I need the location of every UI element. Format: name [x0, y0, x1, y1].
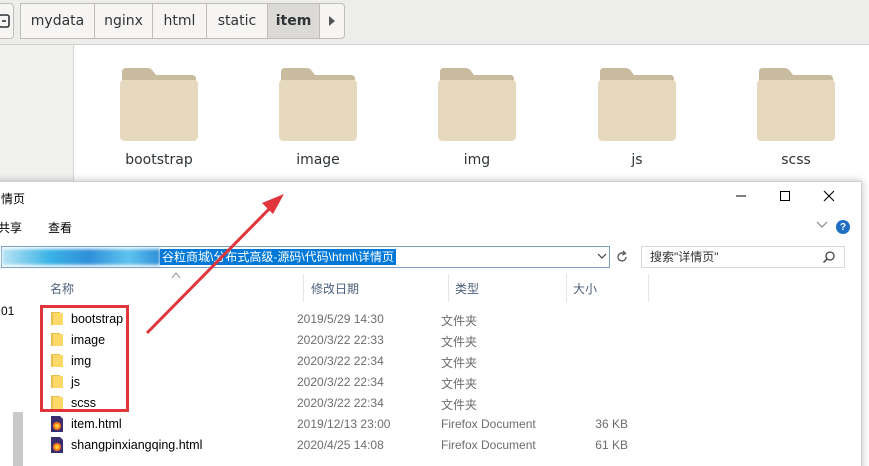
column-header-name[interactable]: 名称 [50, 281, 74, 305]
breadcrumb-item[interactable]: nginx [94, 3, 153, 39]
folder-label: bootstrap [125, 152, 193, 168]
folder-item[interactable]: bootstrap [104, 62, 214, 168]
file-date: 2019/12/13 23:00 [297, 417, 391, 431]
folder-label: img [463, 152, 491, 168]
refresh-icon [617, 250, 627, 262]
screenshot: mydata nginx html static item bootstrap image… [0, 0, 869, 466]
folder-icon [279, 68, 357, 141]
file-type: 文件夹 [441, 398, 478, 412]
file-type: 文件夹 [441, 377, 478, 391]
folder-icon [51, 354, 63, 367]
folder-item[interactable]: image [263, 62, 373, 168]
file-name: item.html [71, 417, 122, 431]
sort-ascending-icon [171, 272, 181, 279]
chevron-down-icon[interactable] [596, 250, 608, 262]
breadcrumb-forward-button[interactable] [319, 3, 345, 39]
folder-icon [598, 68, 676, 141]
address-redacted-segment [2, 249, 160, 265]
firefox-html-icon [51, 437, 63, 453]
file-date: 2020/4/25 14:08 [297, 438, 384, 452]
close-button[interactable] [819, 186, 839, 206]
file-row[interactable]: js 2020/3/22 22:34 文件夹 [43, 372, 643, 393]
tab-view[interactable]: 查看 [48, 219, 72, 236]
file-name: scss [71, 396, 96, 410]
file-row[interactable]: item.html 2019/12/13 23:00 Firefox Documen… [43, 414, 643, 435]
folder-label: scss [781, 152, 811, 168]
file-row[interactable]: img 2020/3/22 22:34 文件夹 [43, 351, 643, 372]
file-row[interactable]: image 2020/3/22 22:33 文件夹 [43, 330, 643, 351]
file-date: 2020/3/22 22:33 [297, 333, 384, 347]
folder-icon [51, 375, 63, 388]
file-name: bootstrap [71, 312, 124, 326]
search-icon[interactable] [822, 250, 836, 264]
navigation-scrollbar[interactable] [13, 412, 23, 466]
nav-item-label[interactable]: 01 [1, 304, 14, 318]
column-divider[interactable] [303, 274, 304, 302]
explorer-window: 情页 共享 查看 ? 谷粒商城\分布式高级-源码\代码\html\详情页 搜索"… [0, 181, 862, 466]
breadcrumb-item[interactable]: html [152, 3, 207, 39]
folder-icon [51, 312, 63, 325]
close-icon [823, 190, 835, 202]
search-input[interactable] [650, 249, 820, 265]
column-header-size[interactable]: 大小 [573, 281, 597, 305]
file-type: 文件夹 [441, 314, 478, 328]
file-row[interactable]: shangpinxiangqing.html 2020/4/25 14:08 Fir… [43, 435, 643, 456]
file-date: 2020/3/22 22:34 [297, 354, 384, 368]
file-row[interactable]: scss 2020/3/22 22:34 文件夹 [43, 393, 643, 414]
file-row[interactable]: bootstrap 2019/5/29 14:30 文件夹 [43, 309, 643, 330]
column-header-date[interactable]: 修改日期 [311, 281, 359, 305]
column-divider[interactable] [566, 274, 567, 302]
maximize-icon [780, 191, 790, 201]
chevron-down-icon[interactable] [816, 220, 828, 230]
file-date: 2019/5/29 14:30 [297, 312, 384, 326]
minimize-button[interactable] [731, 186, 751, 206]
file-name: js [71, 375, 81, 389]
tab-share[interactable]: 共享 [0, 219, 22, 236]
path-bar: mydata nginx html static item [0, 0, 869, 45]
help-icon[interactable]: ? [836, 220, 850, 234]
folder-icon [757, 68, 835, 141]
file-name: image [71, 333, 106, 347]
address-path-text: 谷粒商城\分布式高级-源码\代码\html\详情页 [160, 249, 397, 265]
window-title: 情页 [1, 192, 26, 206]
breadcrumb-item[interactable]: mydata [20, 3, 95, 39]
breadcrumb-item[interactable]: item [267, 3, 320, 39]
search-box[interactable] [641, 246, 845, 268]
breadcrumb-item[interactable]: static [206, 3, 268, 39]
folder-item[interactable]: img [422, 62, 532, 168]
file-date: 2020/3/22 22:34 [297, 375, 384, 389]
folder-icon [120, 68, 198, 141]
refresh-button[interactable] [611, 246, 633, 268]
file-date: 2020/3/22 22:34 [297, 396, 384, 410]
file-size: 36 KB [595, 417, 628, 431]
folder-icon [51, 396, 63, 409]
file-type: 文件夹 [441, 356, 478, 370]
file-size: 61 KB [595, 438, 628, 452]
folder-item[interactable]: scss [741, 62, 851, 168]
address-bar[interactable]: 谷粒商城\分布式高级-源码\代码\html\详情页 [1, 246, 610, 268]
location-toggle-button[interactable] [0, 3, 14, 39]
column-divider[interactable] [448, 274, 449, 302]
chevron-right-icon [329, 16, 335, 26]
file-type: Firefox Document [441, 417, 536, 431]
minimize-icon [736, 195, 746, 197]
file-type: Firefox Document [441, 438, 536, 452]
pencil-icon [0, 14, 10, 28]
column-header-type[interactable]: 类型 [455, 281, 479, 305]
file-type: 文件夹 [441, 335, 478, 349]
folder-icon [438, 68, 516, 141]
folder-label: image [296, 152, 340, 168]
column-divider[interactable] [648, 274, 649, 302]
folder-icon [51, 333, 63, 346]
firefox-html-icon [51, 416, 63, 432]
file-name: img [71, 354, 92, 368]
maximize-button[interactable] [775, 186, 795, 206]
folder-item[interactable]: js [582, 62, 692, 168]
folder-label: js [631, 152, 643, 168]
file-name: shangpinxiangqing.html [71, 438, 203, 452]
